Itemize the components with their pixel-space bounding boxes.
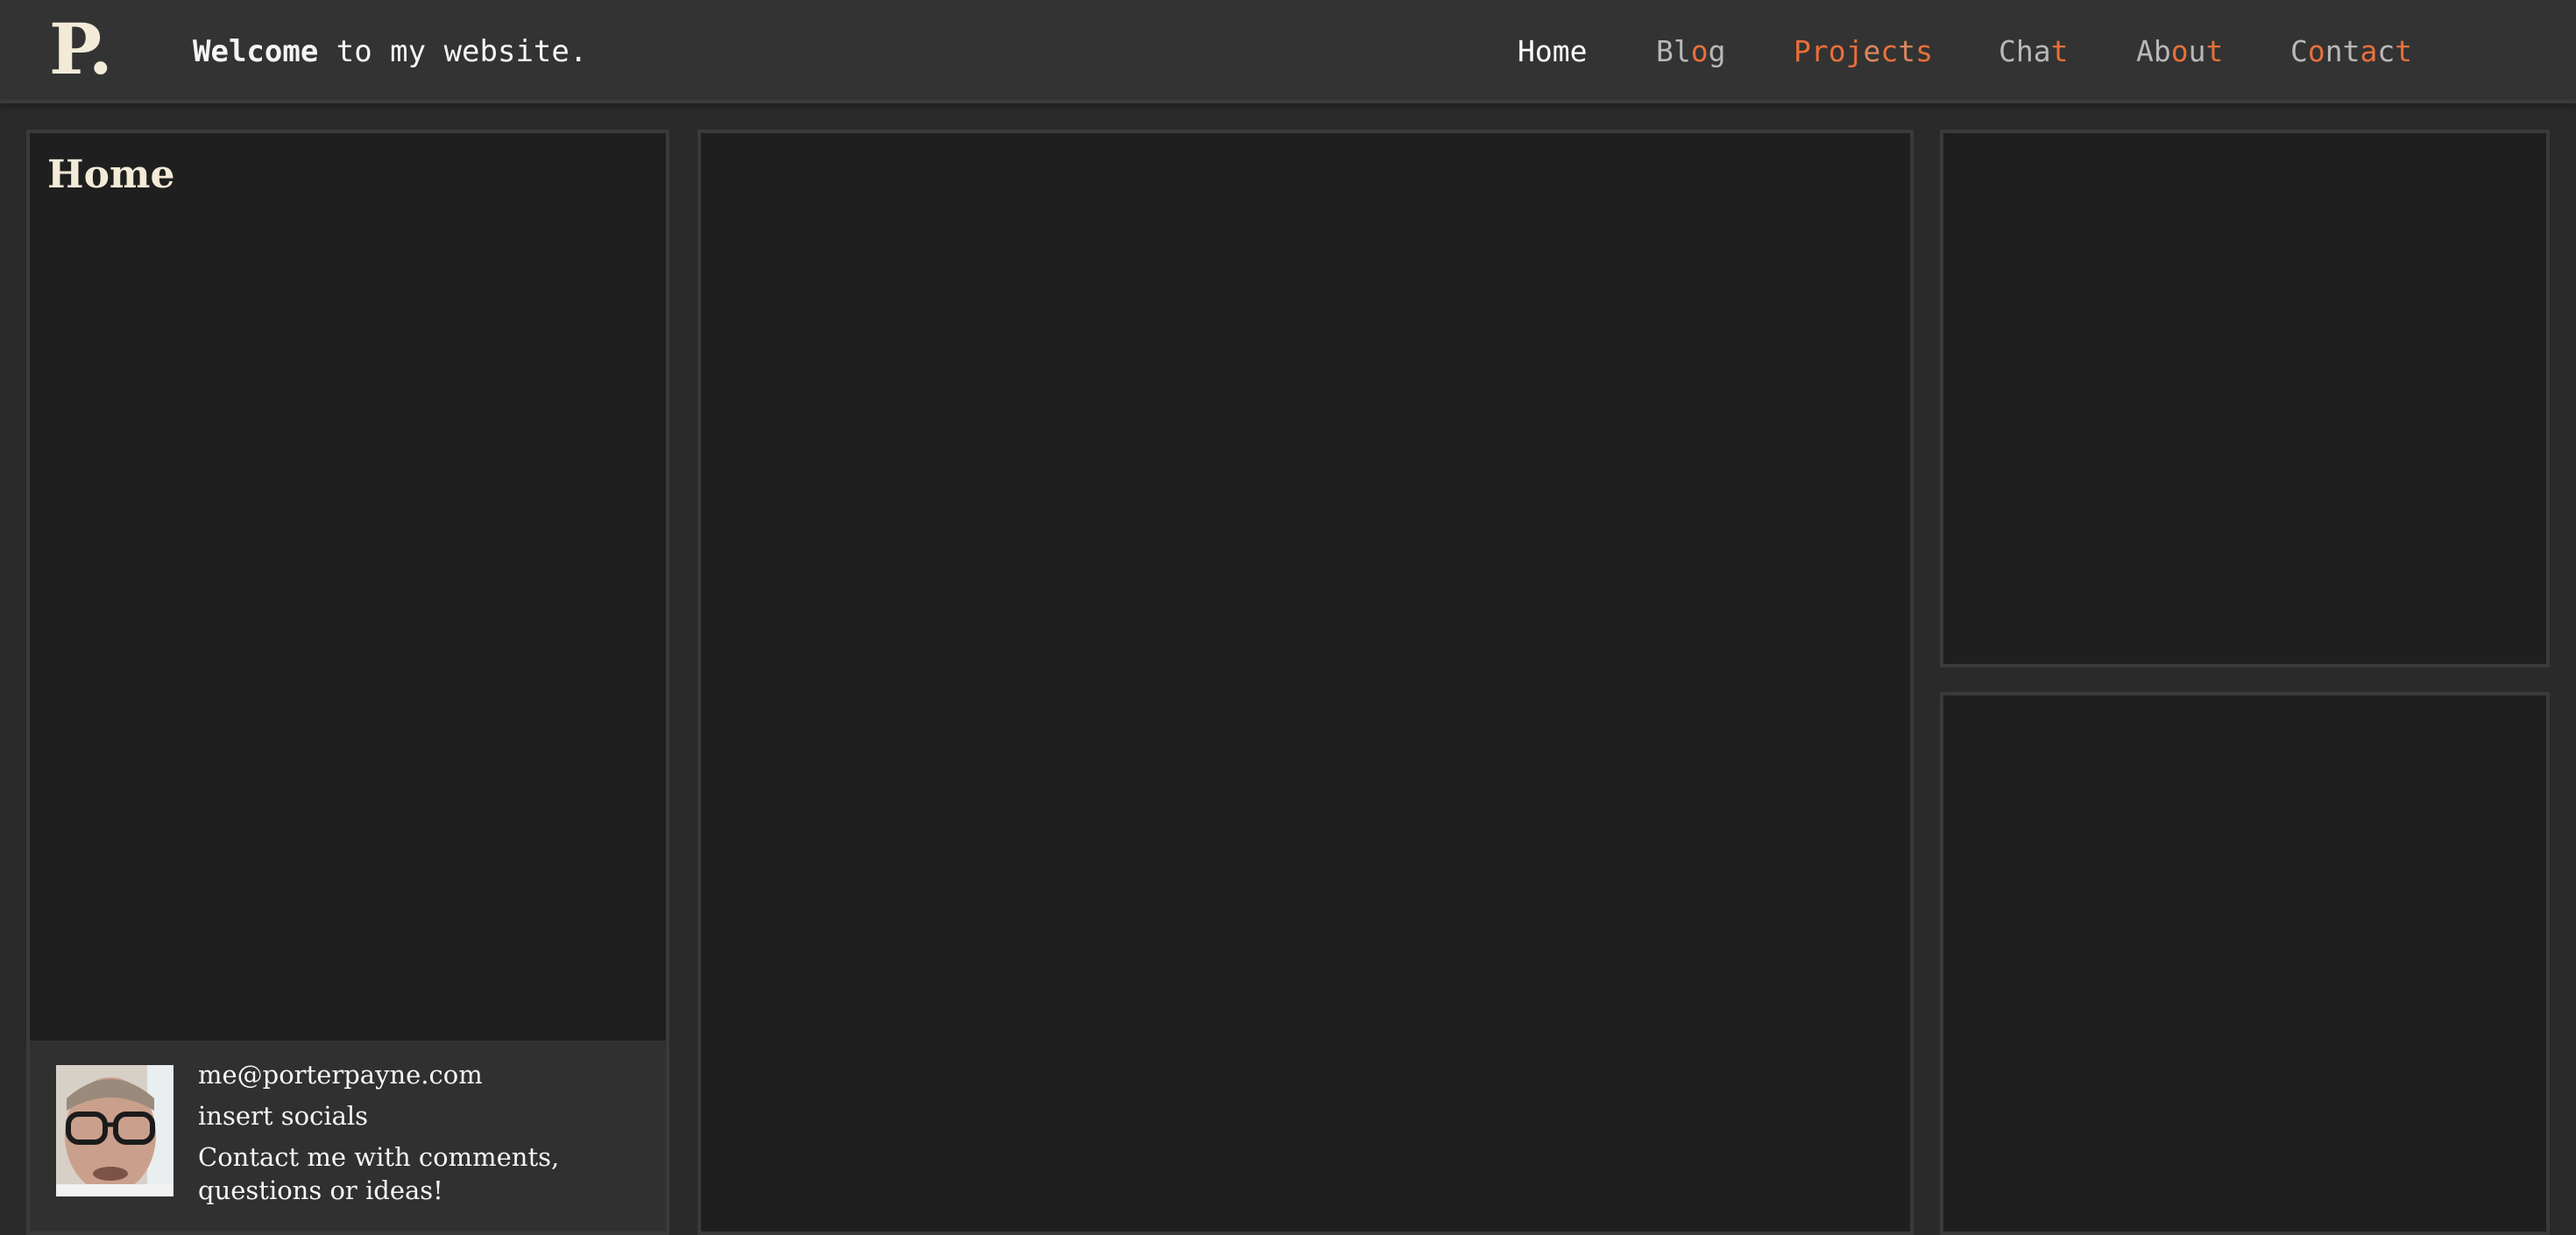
main-content-panel — [697, 130, 1914, 1235]
home-panel: Home me@porterpayne.com insert socials C… — [26, 130, 669, 1235]
avatar — [56, 1065, 173, 1196]
nav-blog[interactable]: Blog — [1656, 30, 1726, 74]
nav-contact[interactable]: Contact — [2290, 30, 2412, 74]
contact-message: Contact me with comments, questions or i… — [198, 1142, 560, 1205]
side-panel-bottom — [1940, 692, 2550, 1235]
site-header: P. Welcome to my website. Home Blog Proj… — [0, 0, 2576, 103]
nav-chat[interactable]: Chat — [1999, 30, 2069, 74]
contact-socials: insert socials — [198, 1101, 369, 1131]
page-title: Home — [47, 152, 175, 197]
nav-projects[interactable]: Projects — [1794, 30, 1933, 74]
nav-about[interactable]: About — [2136, 30, 2223, 74]
contact-info: me@porterpayne.com insert socials Contac… — [198, 1058, 654, 1215]
contact-card: me@porterpayne.com insert socials Contac… — [30, 1041, 666, 1231]
profile-photo-icon — [56, 1065, 173, 1196]
contact-email[interactable]: me@porterpayne.com — [198, 1058, 654, 1091]
nav-home[interactable]: Home — [1518, 30, 1588, 74]
main-nav: Home Blog Projects Chat About Contact — [0, 30, 2576, 74]
side-panel-top — [1940, 130, 2550, 667]
